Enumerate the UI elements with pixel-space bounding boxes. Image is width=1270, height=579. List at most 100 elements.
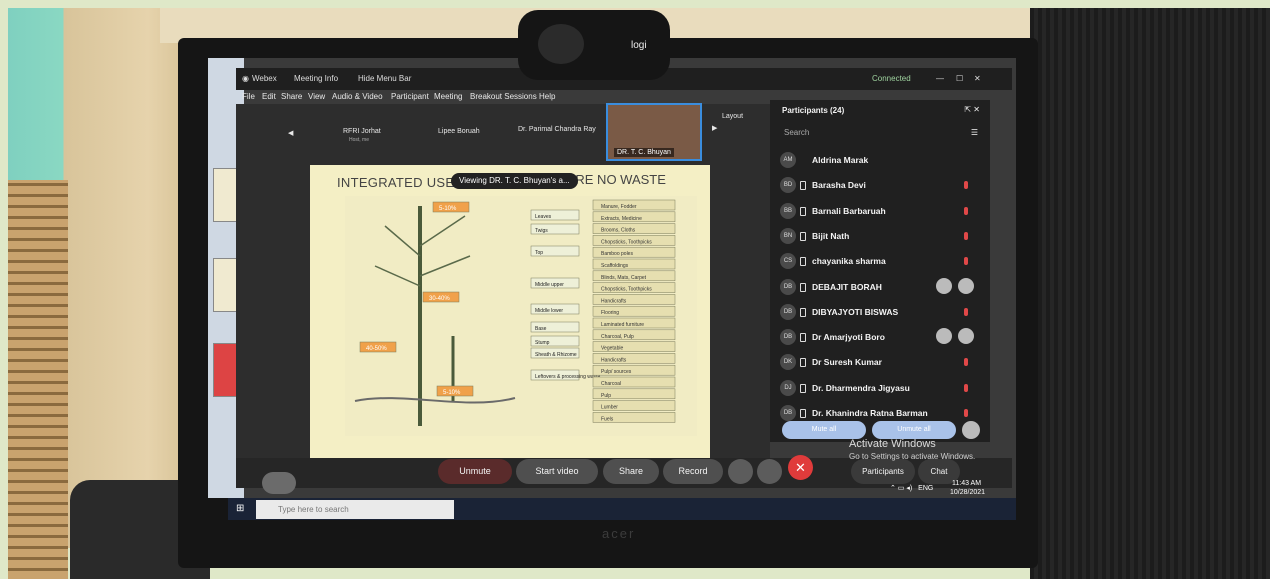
muted-mic-icon[interactable] <box>964 181 968 190</box>
record-button[interactable]: Record <box>663 459 723 484</box>
percent-label: 40-50% <box>366 346 387 352</box>
thumbnail-name[interactable]: RFRI Jorhat <box>343 128 381 135</box>
participant-row[interactable]: DB DEBAJIT BORAH <box>778 275 978 299</box>
avatar: DK <box>780 354 796 371</box>
sort-icon[interactable]: ☰ <box>971 128 978 137</box>
menu-edit[interactable]: Edit <box>262 92 276 101</box>
share-button[interactable]: Share <box>603 459 659 484</box>
menu-view[interactable]: View <box>308 92 325 101</box>
activate-windows-subtext: Go to Settings to activate Windows. <box>849 452 976 461</box>
menu-help[interactable]: Help <box>539 92 555 101</box>
chevron-left-icon[interactable]: ◀ <box>288 129 293 137</box>
avatar: AM <box>780 152 796 168</box>
more-icon[interactable] <box>757 459 782 484</box>
muted-mic-icon[interactable] <box>964 307 968 316</box>
menu-bar: File Edit Share View Audio & Video Parti… <box>236 90 776 104</box>
close-icon[interactable]: ✕ <box>974 74 981 83</box>
participant-row[interactable]: DB Dr Amarjyoti Boro <box>778 325 978 349</box>
participants-button[interactable]: Participants <box>851 459 915 484</box>
participant-row[interactable]: CS chayanika sharma <box>778 249 978 273</box>
thumbnail-sub: Host, me <box>349 137 370 143</box>
participant-name: Aldrina Marak <box>812 155 869 165</box>
muted-mic-icon[interactable] <box>964 409 968 417</box>
participant-row[interactable]: DJ Dr. Dharmendra Jigyasu <box>778 376 978 400</box>
chevron-right-icon[interactable]: ▶ <box>712 124 717 132</box>
participant-name: Dr. Dharmendra Jigyasu <box>812 382 910 393</box>
language-indicator[interactable]: ENG <box>918 485 933 492</box>
search-input[interactable]: Search <box>784 128 809 137</box>
share-label: Share <box>618 466 644 476</box>
clock-time[interactable]: 11:43 AM <box>952 480 981 487</box>
participant-action-icon[interactable] <box>936 328 952 345</box>
start-video-label: Start video <box>535 466 579 476</box>
taskbar-search-input[interactable]: Type here to search <box>256 500 454 519</box>
bamboo-diagram: 5-10% 30-40% 40-50% 5-10% Leaves Twigs Top Mid… <box>345 196 697 436</box>
use-label: Charcoal <box>601 381 621 387</box>
activate-windows-watermark: Activate Windows <box>849 438 936 450</box>
participant-action-icon[interactable] <box>958 277 974 294</box>
muted-mic-icon[interactable] <box>964 231 968 240</box>
menu-participant[interactable]: Participant <box>391 92 429 101</box>
webcam: logi <box>518 10 670 80</box>
plant-part-label: Middle lower <box>535 308 563 314</box>
active-speaker-video[interactable]: DR. T. C. Bhuyan <box>606 103 702 161</box>
participant-row[interactable]: BD Barasha Devi <box>778 173 978 197</box>
muted-mic-icon[interactable] <box>964 358 968 367</box>
chat-label: Chat <box>930 467 948 476</box>
participant-row[interactable]: BN Bijit Nath <box>778 224 978 248</box>
book-stack <box>8 180 68 579</box>
avatar: DB <box>780 405 796 421</box>
plant-part-label: Sheath & Rhizome <box>535 352 577 358</box>
use-label: Handicrafts <box>601 357 627 363</box>
participant-row[interactable]: AM Aldrina Marak <box>778 148 978 172</box>
use-label: Blinds, Mats, Carpet <box>601 275 647 281</box>
popout-icon[interactable]: ⇱ ✕ <box>964 105 980 114</box>
muted-mic-icon[interactable] <box>964 257 968 266</box>
start-video-button[interactable]: Start video <box>516 459 598 484</box>
participant-name: Dr Suresh Kumar <box>812 357 882 368</box>
participant-row[interactable]: BB Barnali Barbaruah <box>778 199 978 223</box>
menu-audio-video[interactable]: Audio & Video <box>332 92 383 101</box>
participant-row[interactable]: DK Dr Suresh Kumar <box>778 350 978 374</box>
participant-name: Barnali Barbaruah <box>812 205 886 216</box>
muted-mic-icon[interactable] <box>964 206 968 215</box>
plant-part-label: Middle upper <box>535 282 564 288</box>
avatar: DB <box>780 278 796 295</box>
participants-header: Participants (24) <box>782 106 845 115</box>
meeting-info-button[interactable]: Meeting Info <box>294 74 338 83</box>
minimize-icon[interactable]: — <box>936 74 944 83</box>
hide-menu-bar-button[interactable]: Hide Menu Bar <box>358 74 411 83</box>
mute-all-button[interactable]: Mute all <box>782 421 866 439</box>
reactions-icon[interactable] <box>728 459 753 484</box>
tray-icons[interactable]: ⌃ ▭ ◂) <box>890 485 912 492</box>
menu-file[interactable]: File <box>242 92 255 101</box>
unmute-label: Unmute <box>459 466 491 476</box>
plant-part-label: Leaves <box>535 214 552 220</box>
clock-date[interactable]: 10/28/2021 <box>950 489 985 496</box>
connection-status: Connected <box>872 74 911 83</box>
unmute-button[interactable]: Unmute <box>438 459 512 484</box>
unmute-all-button[interactable]: Unmute all <box>872 421 956 439</box>
use-label: Pulp/ sources <box>601 369 632 375</box>
layout-button[interactable]: Layout <box>722 113 743 120</box>
maximize-icon[interactable]: ☐ <box>956 74 963 83</box>
thumbnail-name[interactable]: Dr. Parimal Chandra Ray <box>518 126 596 133</box>
end-call-button[interactable]: ✕ <box>788 455 813 480</box>
participant-row[interactable]: DB DIBYAJYOTI BISWAS <box>778 300 978 324</box>
muted-mic-icon[interactable] <box>964 383 968 392</box>
participant-action-icon[interactable] <box>958 328 974 345</box>
thumbnail-name[interactable]: Lipee Boruah <box>438 128 480 135</box>
menu-breakout-sessions[interactable]: Breakout Sessions <box>470 92 537 101</box>
participant-name: chayanika sharma <box>812 256 886 267</box>
plant-part-label: Leftovers & processing waste <box>535 374 601 380</box>
menu-meeting[interactable]: Meeting <box>434 92 462 101</box>
menu-share[interactable]: Share <box>281 92 302 101</box>
windows-start-icon[interactable]: ⊞ <box>236 503 244 514</box>
participant-name: DEBAJIT BORAH <box>812 281 882 292</box>
percent-label: 5-10% <box>439 206 457 212</box>
more-options-icon[interactable] <box>962 421 980 439</box>
use-label: Chopsticks, Toothpicks <box>601 239 652 245</box>
use-label: Extracts, Medicine <box>601 216 642 222</box>
participant-action-icon[interactable] <box>936 277 952 294</box>
device-icon <box>800 257 806 267</box>
